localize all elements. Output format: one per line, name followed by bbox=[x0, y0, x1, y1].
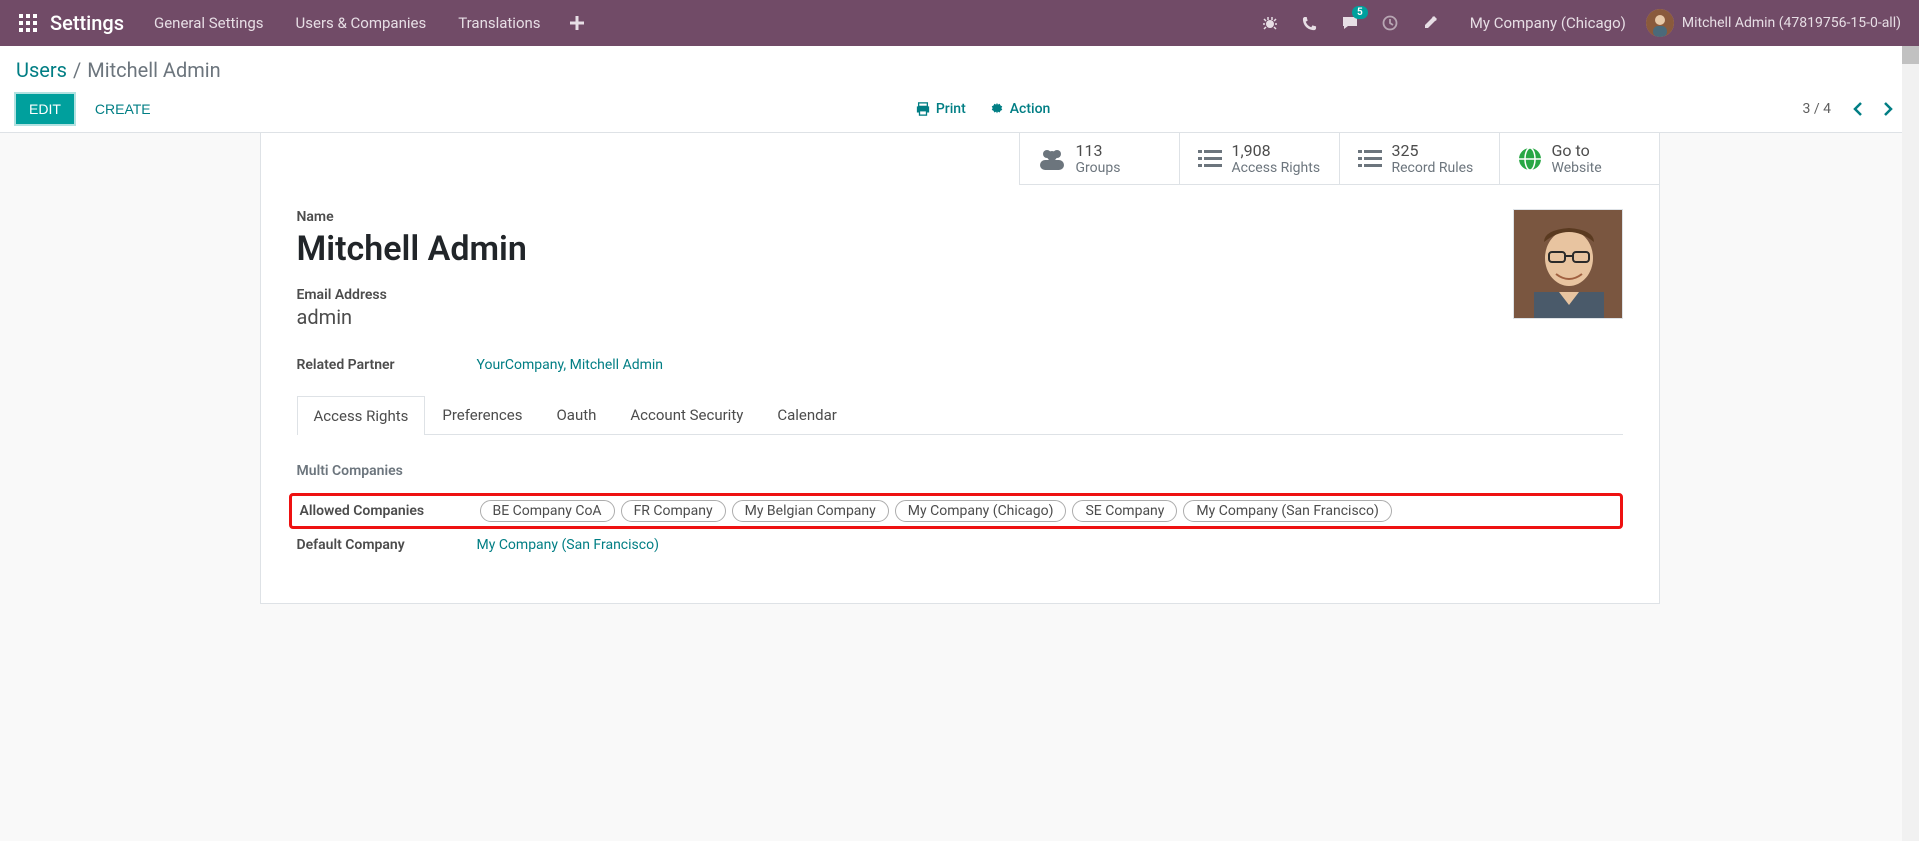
form-sheet: 113Groups 1,908Access Rights 325Record R… bbox=[260, 133, 1660, 604]
partner-label: Related Partner bbox=[297, 357, 477, 373]
menu-translations[interactable]: Translations bbox=[442, 0, 556, 46]
menu-users-companies[interactable]: Users & Companies bbox=[280, 0, 443, 46]
app-brand[interactable]: Settings bbox=[48, 11, 138, 35]
pager-text[interactable]: 3 / 4 bbox=[1803, 101, 1831, 117]
company-chip[interactable]: BE Company CoA bbox=[480, 500, 615, 522]
menu-new-icon[interactable] bbox=[557, 0, 597, 46]
avatar-icon bbox=[1646, 9, 1674, 37]
apps-icon[interactable] bbox=[8, 0, 48, 46]
debug-icon[interactable] bbox=[1250, 0, 1290, 46]
stat-groups[interactable]: 113Groups bbox=[1019, 133, 1179, 185]
user-name: Mitchell Admin (47819756-15-0-all) bbox=[1682, 15, 1901, 31]
company-chip[interactable]: SE Company bbox=[1072, 500, 1177, 522]
edit-button[interactable]: EDIT bbox=[16, 94, 74, 124]
breadcrumb-separator: / bbox=[73, 58, 81, 82]
breadcrumb: Users / Mitchell Admin bbox=[16, 58, 1903, 82]
action-button[interactable]: Action bbox=[990, 101, 1051, 117]
phone-icon[interactable] bbox=[1290, 0, 1330, 46]
company-chip[interactable]: FR Company bbox=[621, 500, 726, 522]
stat-go-to-website[interactable]: Go toWebsite bbox=[1499, 133, 1659, 185]
name-value: Mitchell Admin bbox=[297, 229, 1623, 269]
name-label: Name bbox=[297, 209, 1623, 225]
messages-badge: 5 bbox=[1352, 6, 1368, 19]
tabs: Access Rights Preferences Oauth Account … bbox=[297, 395, 1623, 435]
pager-prev[interactable] bbox=[1843, 94, 1873, 124]
stat-record-rules[interactable]: 325Record Rules bbox=[1339, 133, 1499, 185]
company-chip[interactable]: My Company (San Francisco) bbox=[1183, 500, 1391, 522]
breadcrumb-users[interactable]: Users bbox=[16, 58, 67, 82]
company-chip[interactable]: My Belgian Company bbox=[732, 500, 889, 522]
allowed-companies-label: Allowed Companies bbox=[300, 503, 480, 519]
tab-calendar[interactable]: Calendar bbox=[760, 395, 854, 434]
stat-buttons: 113Groups 1,908Access Rights 325Record R… bbox=[261, 133, 1659, 185]
default-company-link[interactable]: My Company (San Francisco) bbox=[477, 537, 659, 553]
tab-account-security[interactable]: Account Security bbox=[613, 395, 760, 434]
user-menu[interactable]: Mitchell Admin (47819756-15-0-all) bbox=[1646, 9, 1911, 37]
vertical-scrollbar[interactable] bbox=[1902, 46, 1919, 841]
top-navbar: Settings General Settings Users & Compan… bbox=[0, 0, 1919, 46]
stat-access-rights[interactable]: 1,908Access Rights bbox=[1179, 133, 1339, 185]
tab-oauth[interactable]: Oauth bbox=[539, 395, 613, 434]
pager-next[interactable] bbox=[1873, 94, 1903, 124]
activities-icon[interactable] bbox=[1370, 0, 1410, 46]
menu-general-settings[interactable]: General Settings bbox=[138, 0, 280, 46]
default-company-label: Default Company bbox=[297, 537, 477, 553]
list-icon bbox=[1358, 149, 1382, 169]
list-icon bbox=[1198, 149, 1222, 169]
multi-companies-section: Multi Companies bbox=[297, 463, 1623, 479]
create-button[interactable]: CREATE bbox=[82, 94, 164, 124]
company-switcher[interactable]: My Company (Chicago) bbox=[1450, 0, 1646, 46]
gear-icon bbox=[990, 102, 1004, 116]
allowed-companies-chips: BE Company CoA FR Company My Belgian Com… bbox=[480, 500, 1392, 522]
tools-icon[interactable] bbox=[1410, 0, 1450, 46]
user-photo bbox=[1513, 209, 1623, 319]
scrollbar-thumb[interactable] bbox=[1902, 46, 1919, 64]
globe-icon bbox=[1518, 147, 1542, 171]
control-panel: Users / Mitchell Admin EDIT CREATE Print… bbox=[0, 46, 1919, 133]
chevron-left-icon bbox=[1852, 102, 1864, 116]
chevron-right-icon bbox=[1882, 102, 1894, 116]
tab-access-rights[interactable]: Access Rights bbox=[297, 396, 426, 435]
partner-link[interactable]: YourCompany, Mitchell Admin bbox=[477, 357, 664, 373]
company-chip[interactable]: My Company (Chicago) bbox=[895, 500, 1067, 522]
tab-preferences[interactable]: Preferences bbox=[425, 395, 539, 434]
email-value: admin bbox=[297, 305, 1623, 329]
highlighted-row: Allowed Companies BE Company CoA FR Comp… bbox=[289, 493, 1623, 529]
breadcrumb-current: Mitchell Admin bbox=[87, 58, 220, 82]
print-icon bbox=[916, 102, 930, 116]
messages-icon[interactable]: 5 bbox=[1330, 0, 1370, 46]
email-label: Email Address bbox=[297, 287, 1623, 303]
print-button[interactable]: Print bbox=[916, 101, 966, 117]
users-icon bbox=[1038, 148, 1066, 170]
